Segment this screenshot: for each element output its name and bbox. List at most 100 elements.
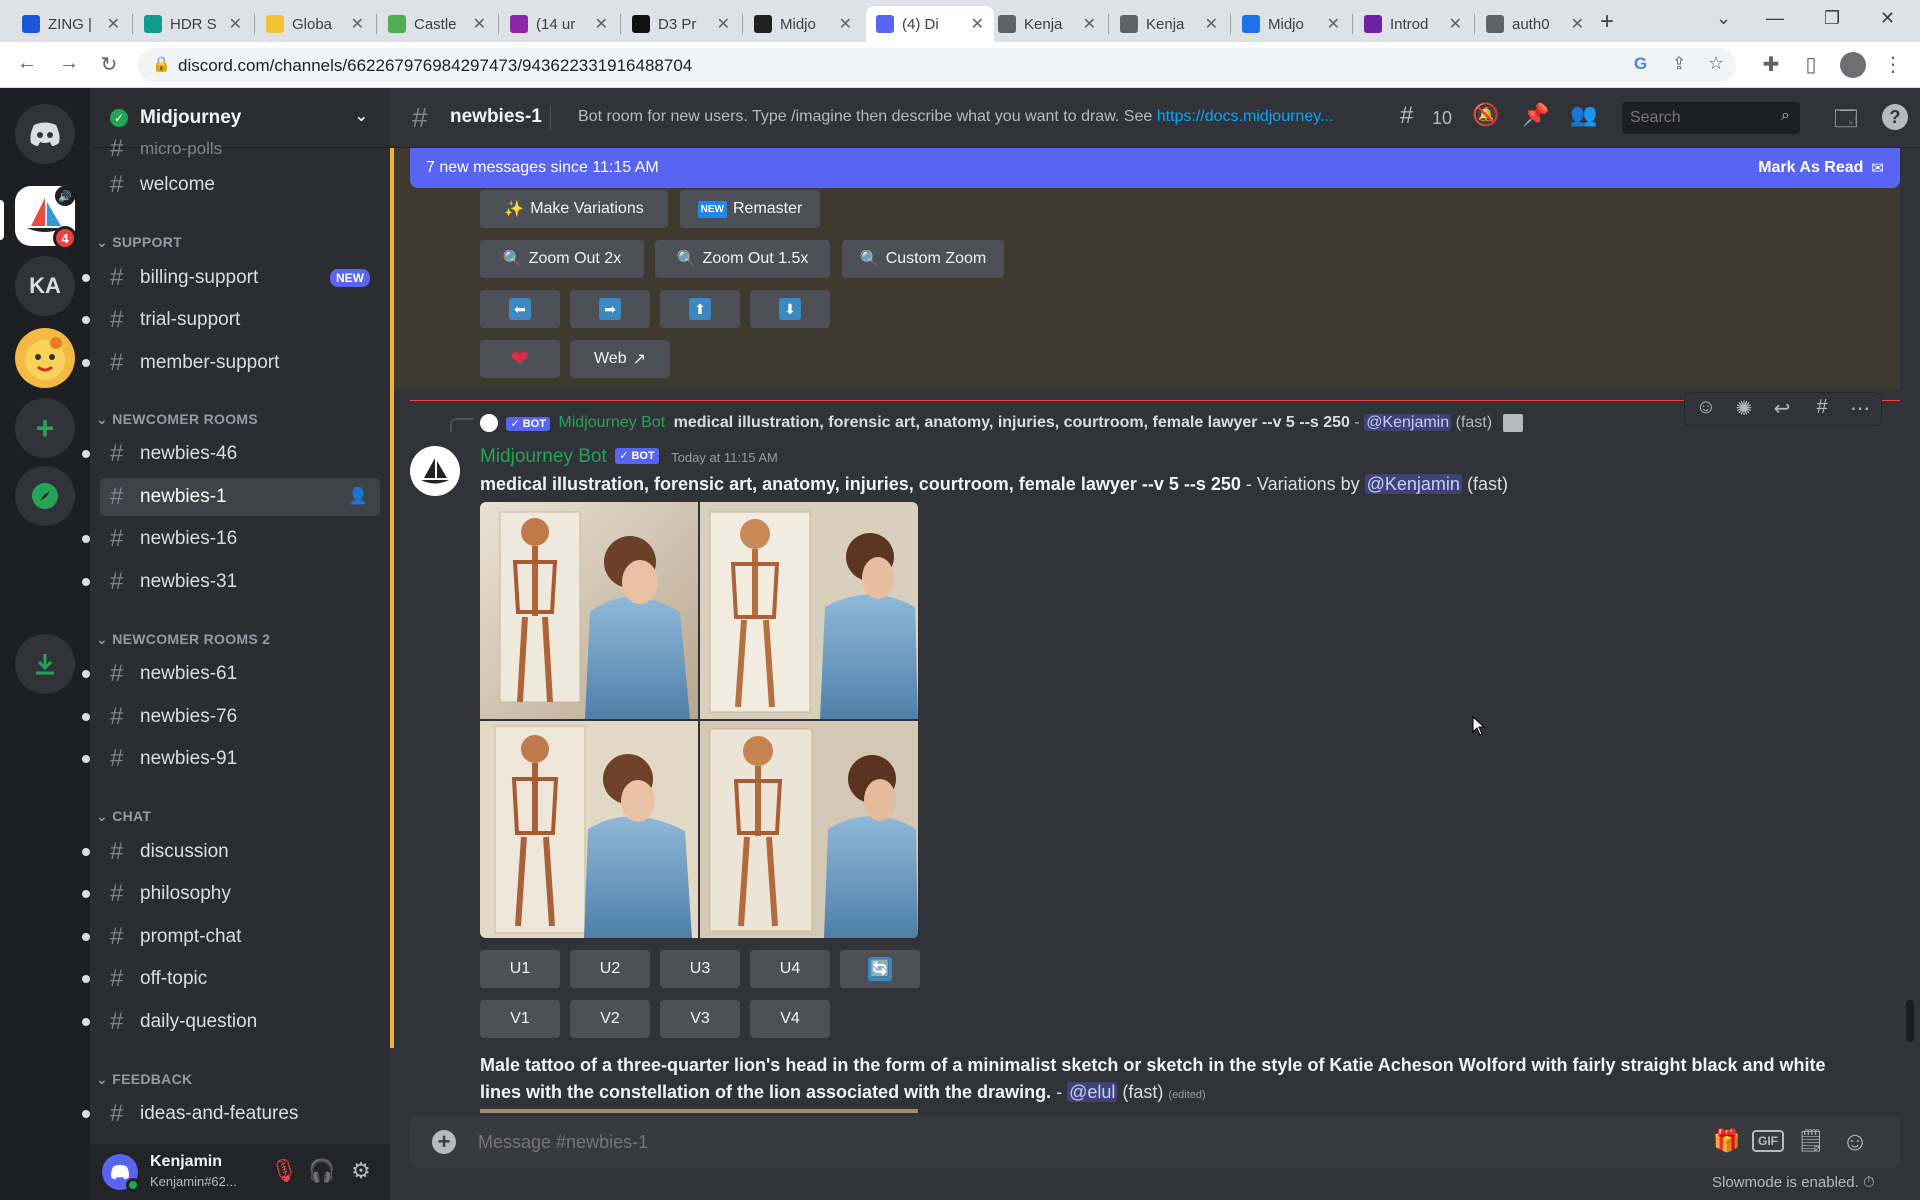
favorite-button[interactable]: ❤ [480, 340, 560, 378]
tab-close-icon[interactable]: ✕ [839, 14, 852, 34]
pan-left-button[interactable]: ⬅ [480, 290, 560, 328]
pan-up-button[interactable]: ⬆ [660, 290, 740, 328]
new-messages-banner[interactable]: 7 new messages since 11:15 AM Mark As Re… [410, 148, 1900, 188]
help-icon[interactable]: ? [1882, 104, 1908, 130]
reply-reference[interactable]: ✓ BOT Midjourney Bot medical illustratio… [480, 414, 1700, 432]
sticker-icon[interactable]: 🗒 [1796, 1128, 1826, 1154]
chevron-down-icon[interactable]: ⌄ [355, 106, 368, 126]
tab-close-icon[interactable]: ✕ [1205, 14, 1218, 34]
message-input[interactable] [478, 1128, 1578, 1156]
user-avatar[interactable] [102, 1154, 140, 1192]
server-ka[interactable]: KA [15, 256, 75, 316]
bookmark-star-icon[interactable]: ☆ [1708, 53, 1724, 74]
tab-close-icon[interactable]: ✕ [1083, 14, 1096, 34]
generated-image-grid[interactable] [480, 502, 918, 938]
browser-tab[interactable]: (4) Di ✕ [866, 6, 994, 42]
add-member-icon[interactable]: 👤 [348, 486, 368, 506]
variation-v3-button[interactable]: V3 [660, 1000, 740, 1038]
browser-tab[interactable]: D3 Pr ✕ [622, 6, 740, 42]
search-input[interactable] [1630, 106, 1770, 130]
emoji-icon[interactable]: ☺ [1840, 1126, 1870, 1157]
tab-close-icon[interactable]: ✕ [1327, 14, 1340, 34]
side-panel-icon[interactable]: ▯ [1798, 52, 1824, 77]
topic-link[interactable]: https://docs.midjourney... [1157, 108, 1334, 125]
notifications-muted-icon[interactable]: 🔕 [1472, 102, 1499, 128]
zoom-out-1-5x-button[interactable]: 🔍 Zoom Out 1.5x [655, 240, 830, 278]
pan-down-button[interactable]: ⬇ [750, 290, 830, 328]
download-apps-icon[interactable] [15, 634, 75, 694]
new-tab-button[interactable]: + [1600, 8, 1614, 36]
channel-ideas-and-features[interactable]: # ideas-and-features [82, 1095, 380, 1133]
tab-close-icon[interactable]: ✕ [1571, 14, 1584, 34]
make-variations-button[interactable]: ✨ Make Variations [480, 190, 668, 228]
variation-v4-button[interactable]: V4 [750, 1000, 830, 1038]
tab-close-icon[interactable]: ✕ [351, 14, 364, 34]
inbox-icon[interactable]: 🗔 [1834, 102, 1858, 140]
tab-close-icon[interactable]: ✕ [717, 14, 730, 34]
pin-icon[interactable]: 📌 [1522, 102, 1549, 128]
channel-welcome[interactable]: # welcome [100, 166, 380, 204]
minimize-icon[interactable]: — [1766, 8, 1784, 29]
browser-tab[interactable]: (14 ur ✕ [500, 6, 618, 42]
member-list-icon[interactable]: 👥 [1570, 102, 1597, 128]
browser-tab[interactable]: auth0 ✕ [1476, 6, 1594, 42]
next-message-mention[interactable]: @elul [1067, 1082, 1118, 1102]
discord-home-icon[interactable] [15, 104, 75, 164]
message-mention[interactable]: @Kenjamin [1364, 474, 1462, 494]
browser-tab[interactable]: Midjo ✕ [1232, 6, 1350, 42]
tab-close-icon[interactable]: ✕ [595, 14, 608, 34]
attach-plus-icon[interactable]: + [432, 1130, 456, 1154]
channel-newbies-76[interactable]: # newbies-76 [82, 698, 380, 736]
channel-newbies-91[interactable]: # newbies-91 [82, 740, 380, 778]
share-icon[interactable]: ⇪ [1672, 54, 1686, 74]
settings-gear-icon[interactable]: ⚙ [348, 1158, 374, 1184]
variation-v2-button[interactable]: V2 [570, 1000, 650, 1038]
bot-avatar[interactable] [410, 446, 460, 496]
upscale-u2-button[interactable]: U2 [570, 950, 650, 988]
channel-off-topic[interactable]: # off-topic [82, 960, 380, 998]
category-feedback[interactable]: ⌄ FEEDBACK [96, 1071, 192, 1088]
tab-close-icon[interactable]: ✕ [229, 14, 242, 34]
extensions-icon[interactable]: ✚ [1758, 52, 1784, 77]
search-box[interactable]: ⌕ [1622, 102, 1800, 134]
channel-discussion[interactable]: # discussion [82, 833, 380, 871]
profile-avatar[interactable] [1840, 52, 1866, 78]
window-close-icon[interactable]: ✕ [1880, 8, 1895, 29]
reply-mention[interactable]: @Kenjamin [1364, 414, 1452, 432]
channel-prompt-chat[interactable]: # prompt-chat [82, 918, 380, 956]
channel-member-support[interactable]: # member-support [82, 344, 380, 382]
category-newcomer-rooms[interactable]: ⌄ NEWCOMER ROOMS [96, 411, 258, 428]
gift-icon[interactable]: 🎁 [1712, 1128, 1742, 1154]
forward-icon[interactable]: → [56, 52, 82, 75]
create-thread-icon[interactable]: # [1807, 396, 1837, 419]
reload-icon[interactable]: ↻ [96, 52, 122, 77]
tab-close-icon[interactable]: ✕ [107, 14, 120, 34]
mic-muted-icon[interactable]: 🎙 [270, 1158, 298, 1184]
tab-search-icon[interactable]: ⌄ [1716, 8, 1731, 29]
tab-close-icon[interactable]: ✕ [971, 14, 984, 34]
emoji-server-icon[interactable] [15, 328, 75, 388]
category-newcomer-rooms-2[interactable]: ⌄ NEWCOMER ROOMS 2 [96, 631, 270, 648]
channel-billing-support[interactable]: # billing-support NEW [82, 259, 380, 297]
pan-right-button[interactable]: ➡ [570, 290, 650, 328]
midjourney-server-icon[interactable]: 4 🔊 [15, 186, 77, 250]
browser-tab[interactable]: Kenja ✕ [1110, 6, 1228, 42]
channel-newbies-61[interactable]: # newbies-61 [82, 655, 380, 693]
channel-trial-support[interactable]: # trial-support [82, 301, 380, 339]
category-support[interactable]: ⌄ SUPPORT [96, 234, 182, 251]
channel-newbies-31[interactable]: # newbies-31 [82, 563, 380, 601]
browser-tab[interactable]: HDR S ✕ [134, 6, 252, 42]
tab-close-icon[interactable]: ✕ [1449, 14, 1462, 34]
gif-button[interactable]: GIF [1752, 1130, 1784, 1152]
restore-icon[interactable]: ❐ [1824, 8, 1840, 29]
message-author[interactable]: Midjourney Bot [480, 446, 607, 467]
google-icon[interactable]: G [1634, 54, 1647, 74]
messages-scrollbar[interactable] [1906, 1000, 1914, 1042]
browser-tab[interactable]: Castle ✕ [378, 6, 496, 42]
channel-micro-polls-partial[interactable]: # micro-polls [100, 138, 380, 160]
upscale-u3-button[interactable]: U3 [660, 950, 740, 988]
web-link-button[interactable]: Web ↗ [570, 340, 670, 378]
channel-philosophy[interactable]: # philosophy [82, 875, 380, 913]
reply-icon[interactable]: ↩ [1767, 396, 1797, 421]
browser-tab[interactable]: Introd ✕ [1354, 6, 1472, 42]
